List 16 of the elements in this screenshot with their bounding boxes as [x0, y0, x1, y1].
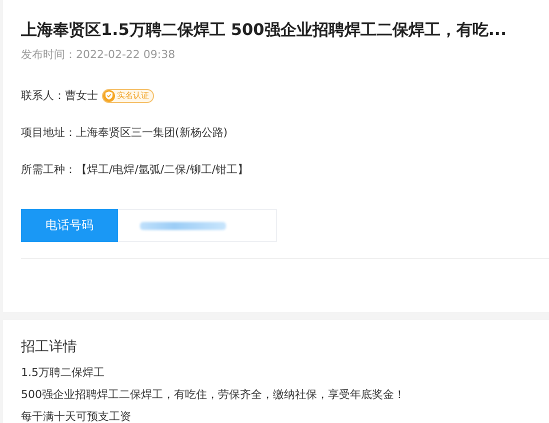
field-value: 上海奉贤区三一集团(新杨公路)	[76, 125, 228, 140]
phone-button[interactable]: 电话号码	[21, 209, 118, 242]
detail-text: 500强企业招聘焊工二保焊工，有吃住，劳保齐全，缴纳社保，享受年底奖金！	[21, 387, 406, 402]
detail-text: 每干满十天可预支工资	[21, 409, 132, 423]
publish-label: 发布时间：	[21, 48, 76, 61]
publish-time: 2022-02-22 09:38	[76, 48, 176, 61]
field-value: 曹女士	[65, 88, 98, 103]
field-label: 联系人：	[21, 88, 65, 103]
shield-icon	[103, 90, 115, 102]
field-label: 所需工种：	[21, 162, 76, 177]
section-heading: 招工详情	[21, 338, 78, 356]
job-title: 上海奉贤区1.5万聘二保焊工 500强企业招聘焊工二保焊工，有吃...	[21, 20, 508, 41]
badge-text: 实名认证	[117, 90, 149, 101]
field-label: 项目地址：	[21, 125, 76, 140]
field-value: 【焊工/电焊/氩弧/二保/铆工/钳工】	[76, 162, 249, 177]
detail-text: 1.5万聘二保焊工	[21, 365, 106, 380]
